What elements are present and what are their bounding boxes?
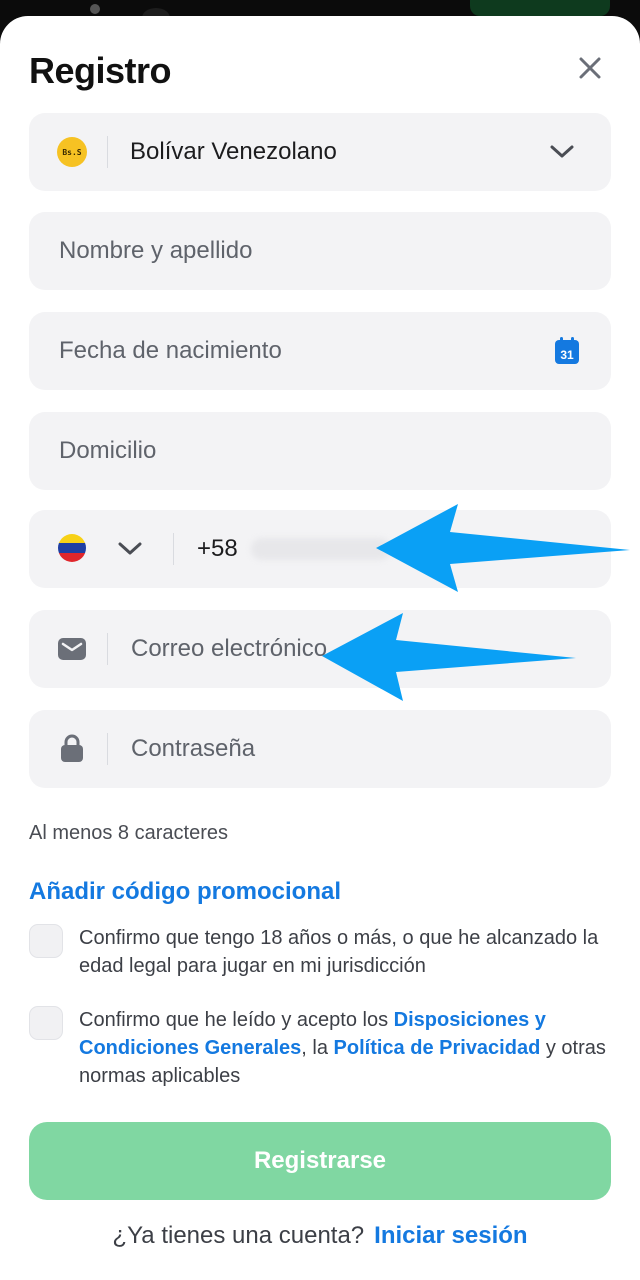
register-button[interactable]: Registrarse (29, 1122, 611, 1200)
email-placeholder: Correo electrónico (131, 635, 328, 662)
svg-text:31: 31 (560, 348, 574, 362)
lock-icon (59, 732, 85, 764)
calendar-icon[interactable]: 31 (553, 337, 581, 365)
divider (107, 633, 108, 665)
terms-mid: , la (301, 1037, 334, 1059)
camera-dot (90, 4, 100, 14)
privacy-policy-link[interactable]: Política de Privacidad (334, 1037, 541, 1059)
country-chevron-down-icon[interactable] (115, 536, 145, 562)
chevron-down-icon (547, 139, 577, 165)
birthdate-placeholder: Fecha de nacimiento (59, 337, 282, 364)
password-placeholder: Contraseña (131, 735, 256, 762)
registration-sheet: Registro Bs.S Bolívar Venezolano Nombre … (0, 16, 640, 1280)
divider (173, 533, 174, 565)
status-pill (470, 0, 610, 16)
terms-checkbox[interactable] (29, 1006, 63, 1040)
birthdate-field[interactable]: Fecha de nacimiento 31 (29, 312, 611, 390)
email-field[interactable]: Correo electrónico (29, 610, 611, 688)
currency-badge: Bs.S (57, 137, 87, 167)
login-prompt: ¿Ya tienes una cuenta? Iniciar sesión (0, 1222, 640, 1250)
name-placeholder: Nombre y apellido (59, 237, 253, 264)
currency-label: Bolívar Venezolano (130, 138, 337, 165)
venezuela-flag-icon (58, 534, 86, 562)
currency-select[interactable]: Bs.S Bolívar Venezolano (29, 113, 611, 191)
address-placeholder: Domicilio (59, 437, 157, 464)
phone-code: +58 (197, 535, 238, 562)
divider (107, 136, 108, 168)
login-question: ¿Ya tienes una cuenta? (112, 1222, 365, 1249)
add-promo-code-link[interactable]: Añadir código promocional (29, 878, 341, 906)
mail-icon (57, 636, 87, 662)
age-confirmation-text: Confirmo que tengo 18 años o más, o que … (79, 927, 599, 977)
name-field[interactable]: Nombre y apellido (29, 212, 611, 290)
login-link[interactable]: Iniciar sesión (374, 1222, 527, 1249)
divider (107, 733, 108, 765)
page-title: Registro (29, 50, 172, 91)
close-button[interactable] (572, 50, 608, 86)
password-hint: Al menos 8 caracteres (29, 822, 228, 844)
blurred-phone-number (251, 538, 391, 560)
address-field[interactable]: Domicilio (29, 412, 611, 490)
phone-field[interactable]: +58 (29, 510, 611, 588)
terms-confirmation-text: Confirmo que he leído y acepto los Dispo… (79, 1006, 619, 1090)
terms-prefix: Confirmo que he leído y acepto los (79, 1009, 394, 1031)
close-icon (579, 57, 601, 79)
age-checkbox[interactable] (29, 924, 63, 958)
password-field[interactable]: Contraseña (29, 710, 611, 788)
